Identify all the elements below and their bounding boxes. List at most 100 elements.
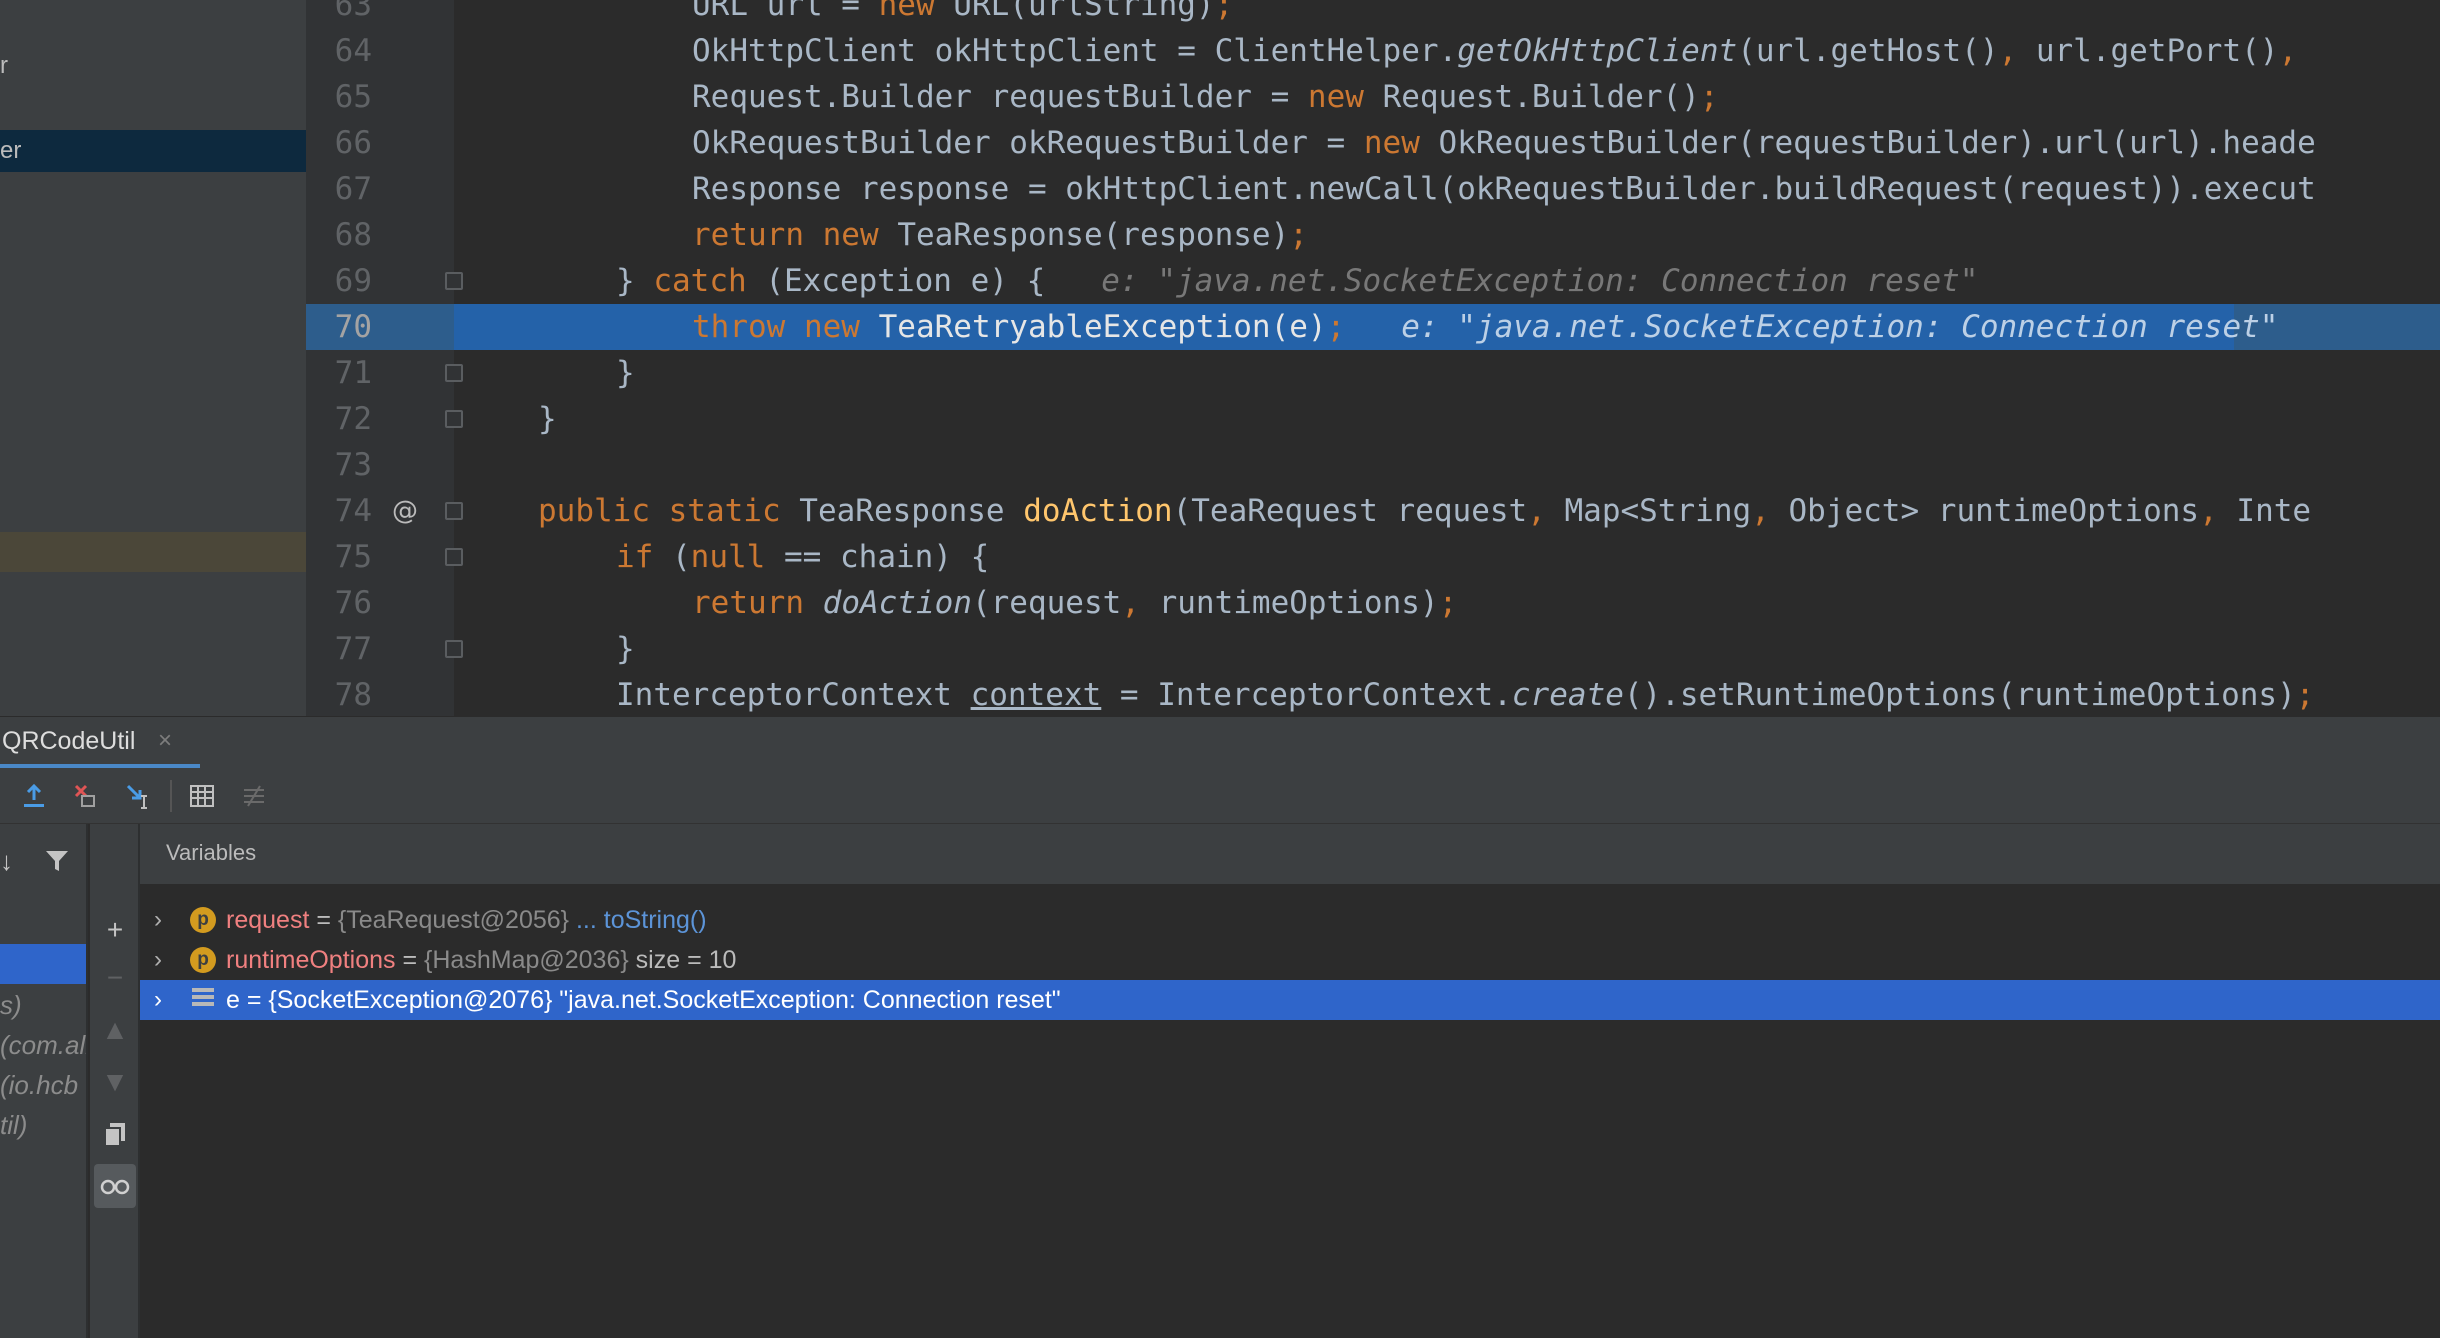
code-token: Object> runtimeOptions	[1788, 493, 2200, 529]
code-text: } catch (Exception e) { e: "java.net.Soc…	[616, 258, 1978, 304]
code-line[interactable]: 75 if (null == chain) {	[306, 534, 2440, 580]
chevron-right-icon[interactable]: ›	[154, 900, 162, 940]
frame-item[interactable]: (io.hcb	[0, 1070, 78, 1101]
line-number[interactable]: 69	[306, 258, 372, 304]
trace-current-stream-icon[interactable]	[236, 778, 272, 814]
code-token: context	[970, 677, 1102, 713]
code-line[interactable]: 78 InterceptorContext context = Intercept…	[306, 672, 2440, 716]
line-number[interactable]: 68	[306, 212, 372, 258]
code-token: (TeaRequest request	[1172, 493, 1528, 529]
code-line[interactable]: 66 OkRequestBuilder okRequestBuilder = ne…	[306, 120, 2440, 166]
fold-marker-icon[interactable]	[445, 272, 463, 290]
variable-text: e = {SocketException@2076} "java.net.Soc…	[226, 986, 1061, 1014]
code-token: }	[616, 631, 635, 667]
line-number[interactable]: 75	[306, 534, 372, 580]
code-line[interactable]: 71}	[306, 350, 2440, 396]
line-number[interactable]: 77	[306, 626, 372, 672]
code-line[interactable]: 65 Request.Builder requestBuilder = new R…	[306, 74, 2440, 120]
code-line[interactable]: 72}	[306, 396, 2440, 442]
line-number[interactable]: 65	[306, 74, 372, 120]
frames-panel: ↓ s) (com.ali (io.hcb til)	[0, 824, 88, 1338]
close-icon[interactable]: ×	[158, 727, 172, 755]
line-number[interactable]: 76	[306, 580, 372, 626]
variables-side-toolbar: + − ▲ ▼	[90, 824, 140, 1338]
code-line[interactable]: 64 OkHttpClient okHttpClient = ClientHelp…	[306, 28, 2440, 74]
line-number[interactable]: 70	[306, 304, 372, 350]
code-text: Response response = okHttpClient.newCall…	[692, 166, 2316, 212]
code-line[interactable]: 77}	[306, 626, 2440, 672]
code-token: return new	[692, 217, 898, 253]
fold-marker-icon[interactable]	[445, 364, 463, 382]
drop-frame-icon[interactable]	[68, 778, 104, 814]
project-tree-item[interactable]: r	[0, 52, 8, 80]
line-number[interactable]: 64	[306, 28, 372, 74]
remove-watch-icon[interactable]: −	[90, 956, 140, 1000]
variable-row-request[interactable]: › p request = {TeaRequest@2056} ... toSt…	[140, 900, 2440, 940]
move-down-icon[interactable]: ▼	[90, 1060, 140, 1104]
variable-text: runtimeOptions = {HashMap@2036} size = 1…	[226, 946, 737, 974]
copy-icon[interactable]	[90, 1112, 140, 1156]
code-token: new	[878, 0, 954, 23]
code-token: ,	[2199, 493, 2237, 529]
code-line[interactable]: 67 Response response = okHttpClient.newCa…	[306, 166, 2440, 212]
code-token: ,	[1527, 493, 1565, 529]
annotation-at-icon[interactable]: @	[392, 488, 418, 534]
code-line[interactable]: 73	[306, 442, 2440, 488]
fold-marker-icon[interactable]	[445, 640, 463, 658]
execution-point-line[interactable]: 70 throw new TeaRetryableException(e); e:…	[306, 304, 2440, 350]
code-token: getOkHttpClient	[1457, 33, 1738, 69]
code-line[interactable]: 76 return doAction(request, runtimeOption…	[306, 580, 2440, 626]
line-number[interactable]: 63	[306, 0, 372, 28]
fold-marker-icon[interactable]	[445, 502, 463, 520]
code-token: ,	[1121, 585, 1159, 621]
fold-marker-icon[interactable]	[445, 410, 463, 428]
line-number[interactable]: 73	[306, 442, 372, 488]
chevron-right-icon[interactable]: ›	[154, 940, 162, 980]
fold-marker-icon[interactable]	[445, 548, 463, 566]
run-to-cursor-icon[interactable]	[120, 778, 156, 814]
toolbar-separator	[170, 780, 172, 812]
code-line[interactable]: 63 URL url = new URL(urlString);	[306, 0, 2440, 28]
code-token: Map<String	[1564, 493, 1752, 529]
evaluate-expression-icon[interactable]	[184, 778, 220, 814]
step-out-icon[interactable]	[16, 778, 52, 814]
code-token: runtimeOptions)	[1158, 585, 1439, 621]
code-token: ;	[1438, 585, 1458, 621]
to-string-link[interactable]: ... toString()	[569, 906, 707, 934]
code-line[interactable]: 74 @ public static TeaResponse doAction(Te…	[306, 488, 2440, 534]
variable-row-runtime-options[interactable]: › p runtimeOptions = {HashMap@2036} size…	[140, 940, 2440, 980]
project-tree-panel: r er	[0, 0, 306, 716]
code-line[interactable]: 69 } catch (Exception e) { e: "java.net.S…	[306, 258, 2440, 304]
code-token: (Exception e) {	[765, 263, 1102, 299]
frame-item[interactable]: (com.ali	[0, 1030, 86, 1061]
ide-window: r er 63 URL url = new URL(urlString); 64 Ok…	[0, 0, 2440, 1338]
code-token: OkHttpClient okHttpClient = ClientHelper…	[692, 33, 1458, 69]
code-token: url.getPort()	[2035, 33, 2279, 69]
show-watches-icon[interactable]	[94, 1164, 136, 1208]
line-number[interactable]: 66	[306, 120, 372, 166]
code-token: = InterceptorContext.	[1101, 677, 1512, 713]
code-line[interactable]: 68 return new TeaResponse(response);	[306, 212, 2440, 258]
arrow-down-icon[interactable]: ↓	[0, 846, 13, 877]
project-tree-item-selected[interactable]: er	[0, 130, 306, 172]
code-editor[interactable]: 63 URL url = new URL(urlString); 64 OkHttpC…	[306, 0, 2440, 716]
line-number[interactable]: 78	[306, 672, 372, 716]
move-up-icon[interactable]: ▲	[90, 1008, 140, 1052]
filter-icon[interactable]	[44, 848, 70, 879]
add-watch-icon[interactable]: +	[90, 908, 140, 952]
frame-item-selected[interactable]	[0, 944, 86, 984]
line-number[interactable]: 74	[306, 488, 372, 534]
variable-row-e[interactable]: › e = {SocketException@2076} "java.net.S…	[140, 980, 2440, 1020]
debug-tab-qrcodeutil[interactable]: QRCodeUtil ×	[0, 717, 200, 769]
project-tree-item-label: er	[0, 137, 22, 164]
line-number[interactable]: 72	[306, 396, 372, 442]
chevron-right-icon[interactable]: ›	[154, 980, 162, 1020]
line-number[interactable]: 71	[306, 350, 372, 396]
frame-item[interactable]: til)	[0, 1110, 27, 1141]
inline-debug-value: e: "java.net.SocketException: Connection…	[1101, 263, 1979, 299]
frame-item[interactable]: s)	[0, 990, 22, 1021]
code-token: (request	[971, 585, 1122, 621]
line-number[interactable]: 67	[306, 166, 372, 212]
variable-text: request = {TeaRequest@2056} ... toString…	[226, 906, 707, 934]
